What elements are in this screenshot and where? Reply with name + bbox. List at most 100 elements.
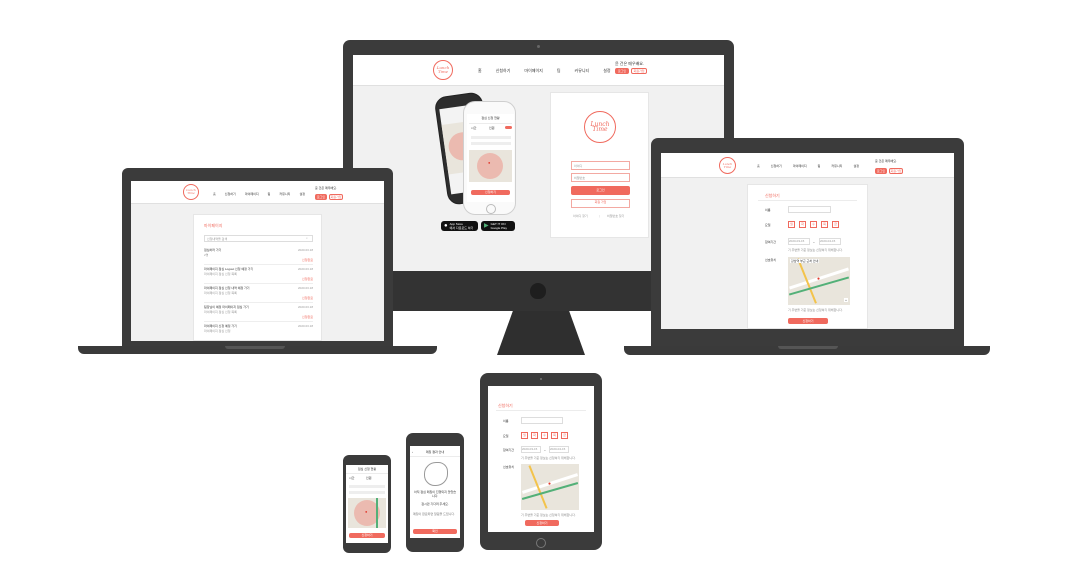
day-tue[interactable]: 화 — [531, 432, 538, 439]
list-item[interactable]: 팀장님이 예정 마이페이지 점심 가기 마이페이지 점심 신청 목록 2020.… — [204, 303, 313, 322]
zoom-control-icon[interactable]: + — [844, 298, 848, 302]
location-checkbox[interactable]: 기 주변을 기준 정보는 신청하기 위해합니다. — [788, 308, 843, 312]
signup-pill[interactable]: 회원가입 — [329, 194, 343, 200]
googleplay-badge[interactable]: ▶ GET IT ON Google Play — [481, 221, 515, 231]
title-divider — [410, 456, 460, 457]
day-fri[interactable]: 금 — [561, 432, 568, 439]
day-wed[interactable]: 수 — [541, 432, 548, 439]
right-logo[interactable]: Lunch Time — [719, 157, 736, 174]
submit-button[interactable]: 신청하기 — [788, 318, 828, 324]
period-checkbox[interactable]: 기 주변을 기준 정보는 신청하기 위해합니다. — [788, 248, 843, 252]
request-title: 신청하기 — [765, 193, 780, 198]
googleplay-label: Google Play — [490, 226, 507, 230]
day-thu[interactable]: 목 — [821, 221, 828, 228]
find-id-link[interactable]: 아이디 찾기 — [573, 214, 588, 218]
list-item[interactable]: 마이페이지 신청 예정 가기 마이페이지 점심 신청 2020.03.18 — [204, 322, 313, 340]
search-icon[interactable]: ⌕ — [306, 236, 308, 240]
item-title: 마이페이지 신청 예정 가기 — [204, 324, 237, 328]
item-date: 2020.03.18 — [297, 324, 313, 328]
label-location: 선호위치 — [765, 258, 777, 262]
login-button[interactable]: 로그인 — [571, 186, 630, 195]
apple-logo-icon — [530, 283, 546, 299]
confirm-button[interactable]: 확인 — [413, 529, 457, 534]
phone-mini-btn[interactable] — [505, 126, 512, 129]
item-sub: 마이페이지 점심 신청 — [204, 329, 231, 333]
name-input[interactable] — [788, 206, 831, 213]
appstore-sub: 에서 다운로드 하기 — [449, 226, 474, 230]
nav-mypage[interactable]: 마이페이지 — [524, 68, 542, 73]
nav-community[interactable]: 커뮤니티 — [575, 68, 590, 73]
appstore-badge[interactable]: ● App Store 에서 다운로드 하기 — [441, 221, 478, 231]
find-pw-link[interactable]: 비밀번호 찾기 — [607, 214, 624, 218]
signup-pill[interactable]: 회원가입 — [889, 168, 903, 174]
signup-pill[interactable]: 회원가입 — [631, 68, 647, 74]
label-days: 요일 — [765, 223, 771, 227]
nav-team[interactable]: 팀 — [268, 192, 271, 196]
nav-mypage[interactable]: 마이페이지 — [793, 164, 807, 168]
nav-team[interactable]: 팀 — [557, 68, 561, 73]
link-divider: | — [599, 214, 600, 218]
location-map[interactable]: 강남역 부근 근처 안내 ● + — [788, 257, 850, 305]
phone-front-screen: 점심 신청 현황 시간 인원 ● 신청하기 — [467, 114, 514, 202]
day-tue[interactable]: 화 — [799, 221, 806, 228]
label-period: 참여기간 — [765, 240, 777, 244]
id-input[interactable]: 아이디 — [571, 161, 630, 170]
list-item[interactable]: 점심하러 가기 2명 2020.03.18 신청완료 — [204, 246, 313, 265]
period-checkbox[interactable]: 기 주변을 기준 정보는 신청하기 위해합니다. — [521, 456, 576, 460]
phone-submit[interactable]: 신청하기 — [471, 190, 510, 195]
nav-settings[interactable]: 설정 — [603, 68, 610, 73]
login-pill[interactable]: 로그인 — [875, 168, 887, 174]
nav-home[interactable]: 홈 — [213, 192, 216, 196]
list-item[interactable]: 마이페이지 점심 신청 내역 예정 가기 마이페이지 점심 신청 목록 2020… — [204, 284, 313, 303]
back-arrow-icon[interactable]: ‹ — [412, 450, 413, 454]
left-header: Lunch Time 홈 신청하기 마이페이지 팀 커뮤니티 설정 윤 건은 매… — [131, 181, 384, 204]
nav-request[interactable]: 신청하기 — [771, 164, 782, 168]
nav-settings[interactable]: 설정 — [299, 192, 305, 196]
day-mon[interactable]: 월 — [521, 432, 528, 439]
tablet-home-button-icon[interactable] — [536, 538, 546, 548]
nav-mypage[interactable]: 마이페이지 — [245, 192, 259, 196]
list-item[interactable]: 마이페이지 점심 Logout 신청 예정 가기 마이페이지 점심 신청 목록 … — [204, 265, 313, 284]
location-checkbox[interactable]: 기 주변을 기준 정보는 신청하기 위해합니다. — [521, 513, 576, 517]
title-divider — [346, 473, 388, 474]
home-button-icon[interactable] — [486, 204, 496, 214]
day-mon[interactable]: 월 — [788, 221, 795, 228]
right-header: Lunch Time 홈 신청하기 마이페이지 팀 커뮤니티 설정 윤 건은 매… — [661, 153, 954, 178]
small-phone-screen: 점심 신청 현황 시간 인원 ● 신청하기 — [346, 465, 388, 543]
nav-community[interactable]: 커뮤니티 — [831, 164, 842, 168]
date-to-input[interactable]: 2020-04-15 — [549, 446, 569, 453]
submit-button[interactable]: 신청하기 — [525, 520, 559, 526]
name-input[interactable] — [521, 417, 563, 424]
signup-button[interactable]: 회원 가입 — [571, 199, 630, 208]
small-submit[interactable]: 신청하기 — [349, 533, 385, 538]
day-thu[interactable]: 목 — [551, 432, 558, 439]
login-pill[interactable]: 로그인 — [315, 194, 327, 200]
date-from-input[interactable]: 2020-03-15 — [788, 238, 810, 245]
imac-logo[interactable]: Lunch Time — [433, 60, 453, 80]
item-date: 2020.03.18 — [297, 286, 313, 290]
title-divider — [758, 200, 857, 201]
password-input[interactable]: 비밀번호 — [571, 173, 630, 182]
tablet-map[interactable]: ● — [521, 464, 579, 510]
item-date: 2020.03.18 — [297, 248, 313, 252]
nav-settings[interactable]: 설정 — [853, 164, 859, 168]
day-wed[interactable]: 수 — [810, 221, 817, 228]
nav-home[interactable]: 홈 — [757, 164, 760, 168]
login-pill[interactable]: 로그인 — [615, 68, 629, 74]
nav-request[interactable]: 신청하기 — [496, 68, 511, 73]
mypage-search[interactable]: 신청내역을 검색 — [204, 235, 313, 242]
status-badge: 신청완료 — [301, 258, 313, 262]
left-logo[interactable]: Lunch Time — [183, 184, 199, 200]
date-from-input[interactable]: 2020-03-15 — [521, 446, 541, 453]
imac-nav: 홈 신청하기 마이페이지 팀 커뮤니티 설정 — [478, 68, 611, 73]
match-note: 매칭이 완료되면 알림을 드립니다. — [413, 512, 455, 516]
nav-community[interactable]: 커뮤니티 — [279, 192, 290, 196]
nav-team[interactable]: 팀 — [818, 164, 821, 168]
day-fri[interactable]: 금 — [832, 221, 839, 228]
nav-request[interactable]: 신청하기 — [225, 192, 236, 196]
phone-bar — [471, 136, 511, 139]
date-to-input[interactable]: 2020-04-15 — [819, 238, 841, 245]
left-laptop-notch — [225, 346, 285, 349]
nav-home[interactable]: 홈 — [478, 68, 482, 73]
label-period: 참여기간 — [503, 448, 515, 452]
